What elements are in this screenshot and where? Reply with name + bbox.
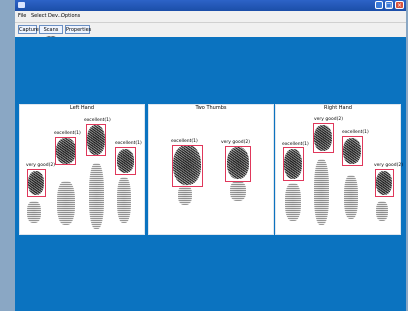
left-hand-panel: Left Hand excellent(1) excellent(1) exce… bbox=[19, 104, 145, 235]
quality-label: very good(2) bbox=[221, 140, 250, 145]
capture-button[interactable]: Capture bbox=[18, 25, 39, 34]
fingerprint-smudge bbox=[314, 159, 329, 225]
fingerprint-smudge bbox=[57, 181, 75, 225]
maximize-icon[interactable]: □ bbox=[385, 1, 393, 9]
fingerprint-smudge bbox=[230, 181, 246, 201]
detection-box bbox=[313, 123, 334, 153]
quality-label: very good(2) bbox=[374, 163, 403, 168]
quality-label: excellent(1) bbox=[171, 139, 198, 144]
two-thumbs-panel: Two Thumbs excellent(1) very good(2) bbox=[148, 104, 274, 235]
menu-bar: File Select Dev... Options bbox=[15, 11, 406, 23]
detection-box bbox=[55, 137, 76, 165]
quality-label: excellent(1) bbox=[115, 141, 142, 146]
scans-button[interactable]: Scans (F7) bbox=[39, 25, 63, 42]
fingerprint-smudge bbox=[89, 163, 104, 229]
fingerprint-smudge bbox=[376, 201, 388, 221]
close-icon[interactable]: × bbox=[395, 1, 404, 9]
detection-box bbox=[172, 145, 203, 187]
minimize-icon[interactable]: _ bbox=[375, 1, 383, 9]
quality-label: excellent(1) bbox=[282, 142, 309, 147]
quality-label: excellent(1) bbox=[54, 131, 81, 136]
detection-box bbox=[86, 124, 106, 156]
fingerprint-smudge bbox=[117, 177, 131, 223]
detection-box bbox=[342, 136, 363, 166]
detection-box bbox=[283, 147, 304, 181]
menu-options[interactable]: Options bbox=[61, 12, 80, 21]
capture-canvas: Left Hand excellent(1) excellent(1) exce… bbox=[15, 37, 406, 311]
fingerprint-smudge bbox=[178, 185, 192, 205]
detection-box bbox=[375, 169, 394, 197]
detection-box bbox=[115, 147, 136, 175]
quality-label: very good(2) bbox=[314, 117, 343, 122]
detection-box bbox=[27, 169, 46, 197]
fingerprint-smudge bbox=[344, 175, 358, 219]
left-hand-title: Left Hand bbox=[69, 105, 95, 111]
right-hand-title: Right Hand bbox=[324, 105, 352, 111]
two-thumbs-title: Two Thumbs bbox=[195, 105, 227, 111]
quality-label: excellent(1) bbox=[84, 118, 111, 123]
right-hand-panel: Right Hand very good(2) excellent(1) exc… bbox=[275, 104, 403, 235]
detection-box bbox=[225, 146, 251, 182]
fingerprint-smudge bbox=[27, 201, 41, 223]
properties-button[interactable]: Properties bbox=[65, 25, 91, 34]
quality-label: very good(2) bbox=[26, 163, 55, 168]
fingerprint-smudge bbox=[285, 183, 301, 221]
menu-select-dev[interactable]: Select Dev... bbox=[31, 12, 62, 21]
toolbar: Capture Scans (F7) Properties bbox=[15, 23, 406, 42]
menu-file[interactable]: File bbox=[18, 12, 26, 21]
app-icon bbox=[18, 2, 25, 8]
app-window: _ □ × File Select Dev... Options Capture… bbox=[15, 0, 406, 311]
quality-label: excellent(1) bbox=[342, 130, 369, 135]
title-bar[interactable]: _ □ × bbox=[15, 0, 406, 11]
